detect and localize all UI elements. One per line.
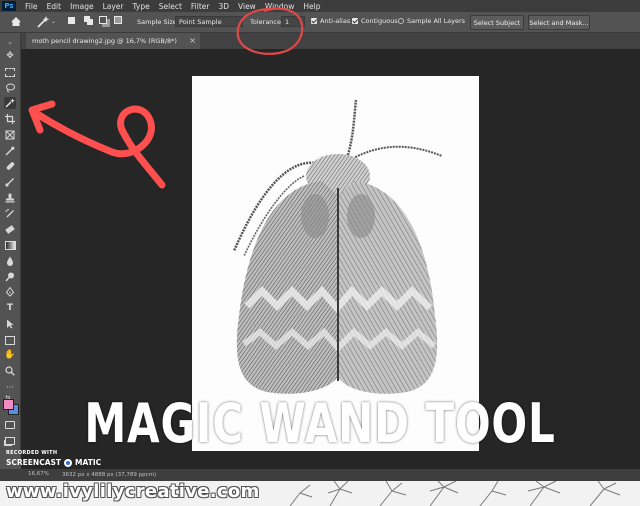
menu-bar: Ps File Edit Image Layer Type Select Fil… (0, 0, 640, 12)
lasso-icon[interactable] (4, 82, 16, 94)
screencast-logo-icon (64, 458, 73, 467)
headline-text: MAGIC WAND TOOL (84, 392, 556, 455)
rectangle-icon[interactable] (4, 334, 16, 346)
new-selection-icon[interactable] (68, 17, 75, 24)
eyedropper-icon[interactable] (4, 145, 16, 157)
document-tabs: moth pencil drawing2.jpg @ 16,7% (RGB/8*… (20, 33, 640, 49)
menu-file[interactable]: File (25, 2, 38, 11)
sample-all-layers-label: Sample All Layers (407, 17, 466, 25)
subtract-from-selection-icon[interactable] (99, 16, 107, 24)
sample-all-layers-checkbox[interactable]: Sample All Layers (398, 17, 465, 25)
move-icon[interactable]: ✥ (4, 50, 16, 62)
screencast-watermark: RECORDED WITH SCREENCAST MATIC (6, 450, 101, 467)
screencast-left-label: SCREENCAST (6, 458, 62, 467)
annotation-circle (236, 7, 304, 55)
dodge-icon[interactable] (4, 271, 16, 283)
menu-3d[interactable]: 3D (218, 2, 229, 11)
contiguous-label: Contiguous (361, 17, 398, 25)
tool-preset-chevron-icon[interactable]: ⌄ (51, 18, 56, 25)
tools-panel: » ✥ T ✋ ··· ⇆ (0, 33, 21, 451)
close-tab-icon[interactable]: × (189, 36, 196, 45)
menu-select[interactable]: Select (159, 2, 182, 11)
options-bar: ⌄ Sample Size: Point Sample Tolerance: 1… (0, 12, 640, 33)
stamp-icon[interactable] (4, 192, 16, 204)
select-and-mask-button[interactable]: Select and Mask... (528, 15, 590, 30)
screencast-right-label: MATIC (75, 458, 102, 467)
contiguous-checkbox[interactable]: Contiguous (352, 17, 398, 25)
pen-icon[interactable] (4, 286, 16, 298)
status-bar: 16,67% 3632 px x 4888 px (37,789 ppcm) (0, 469, 640, 481)
select-subject-button[interactable]: Select Subject (470, 15, 524, 30)
sample-size-select[interactable]: Point Sample (175, 16, 243, 27)
type-icon[interactable]: T (4, 302, 16, 314)
healing-brush-icon[interactable] (4, 160, 16, 172)
brush-icon[interactable] (4, 176, 16, 188)
annotation-arrow (28, 100, 166, 189)
magic-wand-icon[interactable] (36, 15, 50, 28)
home-icon[interactable] (10, 16, 22, 27)
add-to-selection-icon[interactable] (84, 16, 90, 22)
menu-image[interactable]: Image (70, 2, 94, 11)
anti-alias-label: Anti-alias (320, 17, 351, 25)
frame-icon[interactable] (4, 129, 16, 141)
gradient-icon[interactable] (4, 239, 16, 251)
document-size: 3632 px x 4888 px (37,789 ppcm) (62, 472, 157, 478)
anti-alias-checkbox[interactable]: Anti-alias (311, 17, 350, 25)
panel-collapse-icon[interactable]: » (4, 37, 16, 49)
blur-icon[interactable] (4, 255, 16, 267)
quick-mask-icon[interactable] (4, 419, 16, 431)
sample-size-label: Sample Size: (137, 18, 179, 26)
menu-edit[interactable]: Edit (47, 2, 62, 11)
zoom-level[interactable]: 16,67% (28, 471, 49, 477)
menu-type[interactable]: Type (133, 2, 150, 11)
history-brush-icon[interactable] (4, 208, 16, 220)
sample-size-value: Point Sample (179, 17, 222, 26)
document-tab-title: moth pencil drawing2.jpg @ 16,7% (RGB/8*… (32, 37, 177, 45)
magic-wand-icon[interactable] (4, 97, 16, 109)
website-url[interactable]: www.ivylilycreative.com (6, 481, 260, 502)
photoshop-logo[interactable]: Ps (2, 1, 16, 11)
foreground-color-swatch[interactable] (3, 399, 14, 410)
intersect-selection-icon[interactable] (114, 16, 122, 24)
menu-layer[interactable]: Layer (103, 2, 124, 11)
menu-filter[interactable]: Filter (191, 2, 210, 11)
recorded-with-label: RECORDED WITH (6, 450, 58, 456)
eraser-icon[interactable] (4, 223, 16, 235)
crop-icon[interactable] (4, 113, 16, 125)
document-tab[interactable]: moth pencil drawing2.jpg @ 16,7% (RGB/8*… (26, 33, 200, 49)
zoom-icon[interactable] (4, 365, 16, 377)
hand-icon[interactable]: ✋ (4, 349, 16, 361)
screen-mode-icon[interactable] (4, 435, 16, 447)
path-selection-icon[interactable] (4, 318, 16, 330)
marquee-icon[interactable] (4, 66, 16, 78)
